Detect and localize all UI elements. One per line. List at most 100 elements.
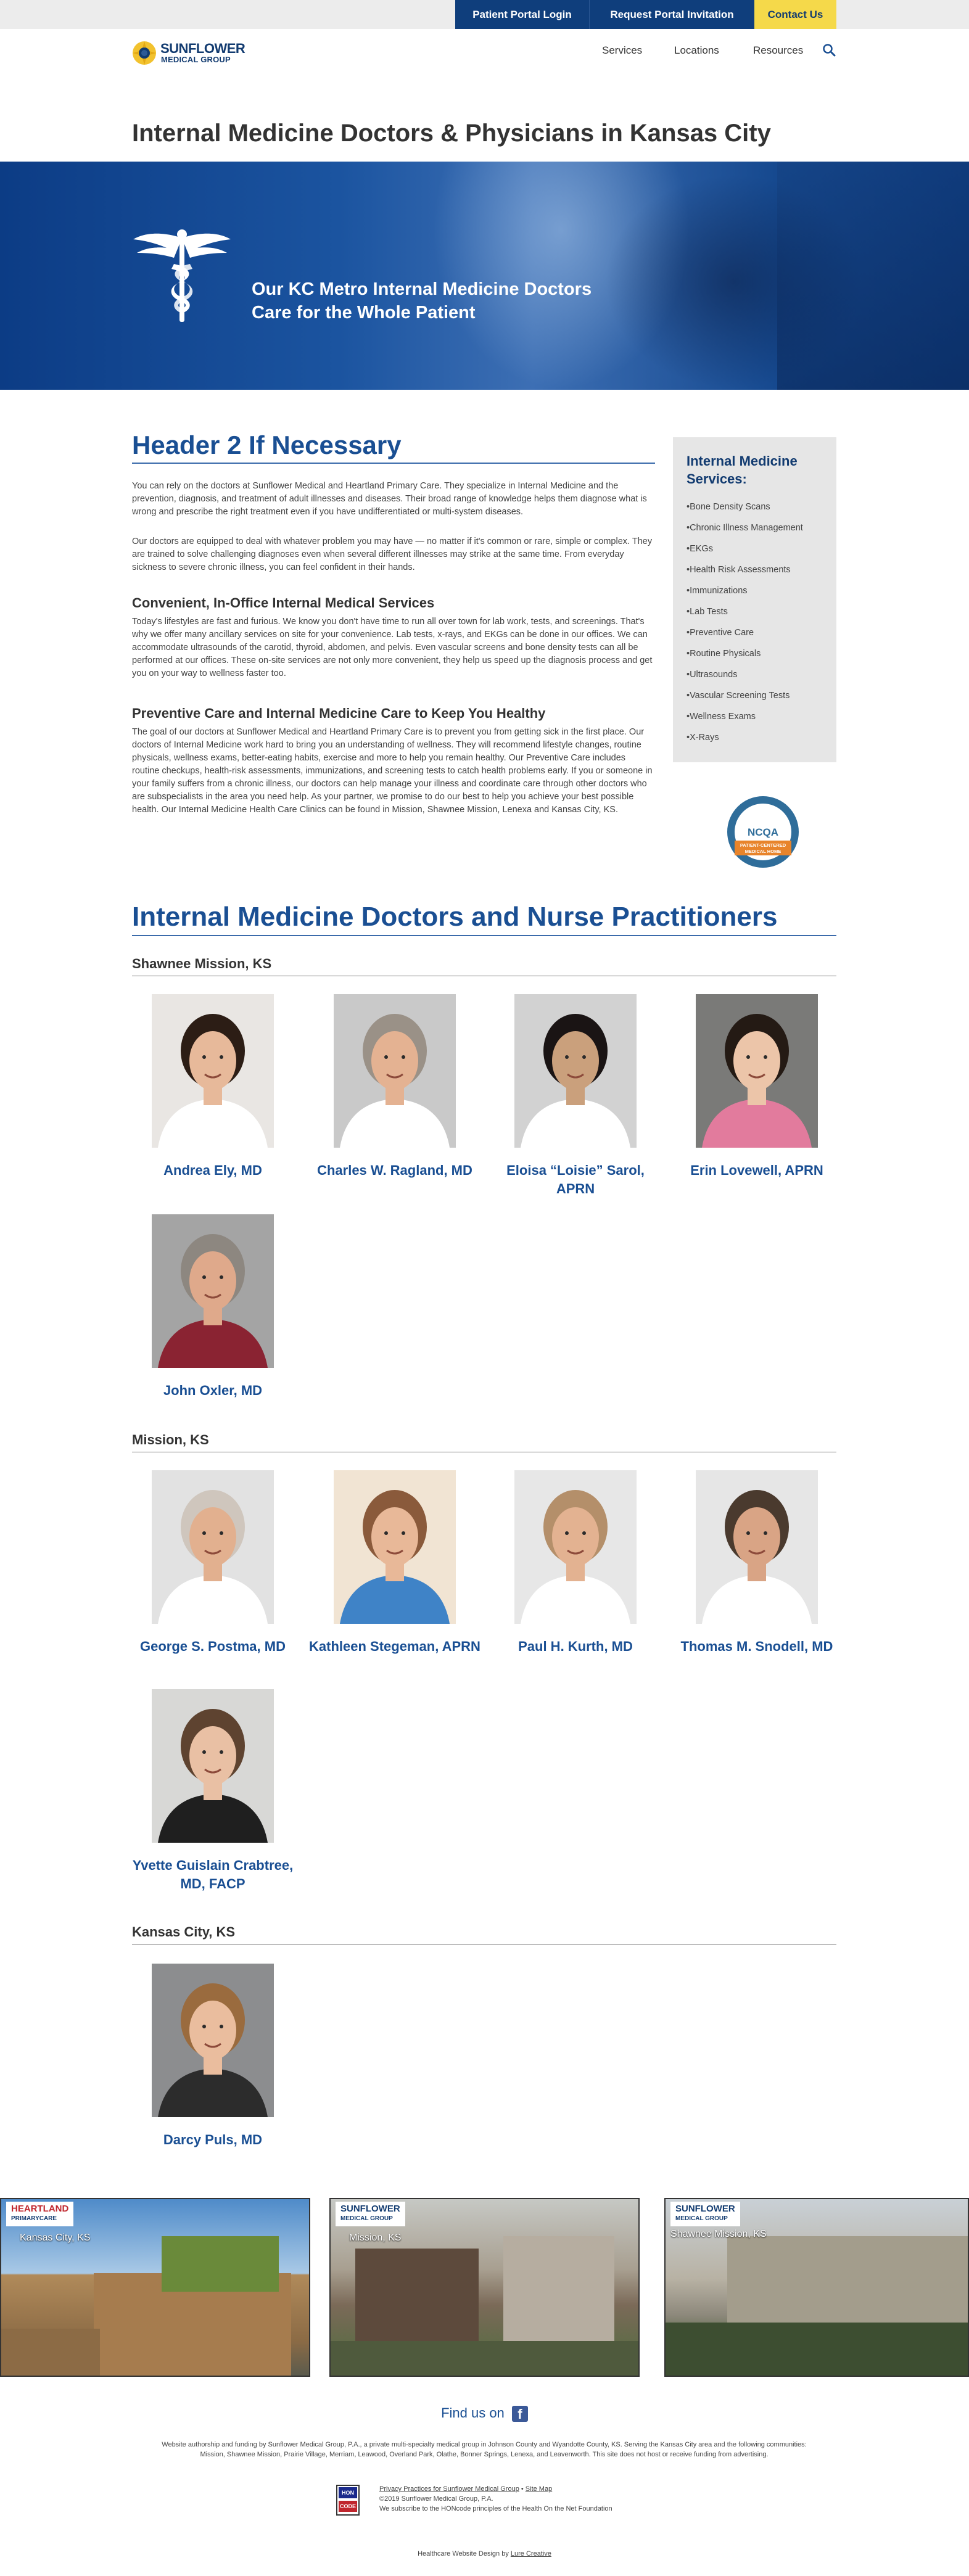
- doctor-card[interactable]: Eloisa “Loisie” Sarol, APRN: [489, 994, 662, 1198]
- honcode-badge-top: HON: [339, 2487, 357, 2498]
- doctor-name[interactable]: Darcy Puls, MD: [126, 2131, 299, 2149]
- office-city-label: Kansas City, KS: [20, 2232, 91, 2243]
- sidebar-title: Internal Medicine Services:: [687, 452, 823, 488]
- preventive-care-paragraph: The goal of our doctors at Sunflower Med…: [132, 727, 653, 815]
- doctor-card[interactable]: John Oxler, MD: [126, 1214, 299, 1400]
- nav-locations[interactable]: Locations: [674, 44, 719, 57]
- doctor-name[interactable]: Thomas M. Snodell, MD: [670, 1637, 843, 1656]
- hero-line1: Our KC Metro Internal Medicine Doctors: [252, 279, 592, 299]
- doctors-section-header: Internal Medicine Doctors and Nurse Prac…: [132, 902, 836, 936]
- doctor-photo[interactable]: [514, 994, 637, 1148]
- office-photo-mission[interactable]: SUNFLOWER MEDICAL GROUP Mission, KS: [329, 2198, 640, 2377]
- sunflower-logo: SUNFLOWER MEDICAL GROUP: [336, 2202, 405, 2226]
- find-us-on-facebook[interactable]: Find us on f: [0, 2405, 969, 2422]
- svg-text:NCQA: NCQA: [748, 826, 778, 838]
- patient-portal-login-button[interactable]: Patient Portal Login: [455, 0, 589, 29]
- doctor-card[interactable]: Darcy Puls, MD: [126, 1964, 299, 2149]
- footer-disclosure-line1: Website authorship and funding by Sunflo…: [162, 2441, 807, 2448]
- doctor-card[interactable]: George S. Postma, MD: [126, 1470, 299, 1656]
- design-credit-label: Healthcare Website Design by: [418, 2550, 509, 2557]
- doctor-card[interactable]: Kathleen Stegeman, APRN: [308, 1470, 481, 1656]
- doctor-card[interactable]: Andrea Ely, MD: [126, 994, 299, 1180]
- hero-banner: Our KC Metro Internal Medicine Doctors C…: [0, 162, 969, 390]
- ncqa-recognition-badge: RECOGNIZED NCQA PATIENT-CENTERED MEDICAL…: [727, 796, 799, 868]
- doctor-photo[interactable]: [152, 1964, 274, 2117]
- services-list: Bone Density ScansChronic Illness Manage…: [687, 496, 823, 748]
- sidebar-title-line2: Services:: [687, 471, 747, 487]
- service-item[interactable]: Vascular Screening Tests: [687, 685, 823, 706]
- doctor-photo[interactable]: [152, 994, 274, 1148]
- doctor-card[interactable]: Yvette Guislain Crabtree, MD, FACP: [126, 1689, 299, 1893]
- caduceus-icon: [133, 229, 231, 322]
- svg-text:MEDICAL HOME: MEDICAL HOME: [745, 849, 781, 854]
- service-item[interactable]: X-Rays: [687, 727, 823, 748]
- find-us-label: Find us on: [441, 2405, 505, 2421]
- office-city-label: Mission, KS: [349, 2232, 402, 2243]
- doctor-card[interactable]: Paul H. Kurth, MD: [489, 1470, 662, 1656]
- search-icon[interactable]: [822, 43, 836, 57]
- doctor-photo[interactable]: [696, 1470, 818, 1624]
- service-item[interactable]: Bone Density Scans: [687, 496, 823, 517]
- location-heading-mission: Mission, KS: [132, 1432, 836, 1452]
- doctor-photo[interactable]: [152, 1214, 274, 1368]
- preventive-care-heading: Preventive Care and Internal Medicine Ca…: [132, 706, 546, 721]
- service-item[interactable]: Wellness Exams: [687, 706, 823, 727]
- service-item[interactable]: EKGs: [687, 538, 823, 559]
- nav-services[interactable]: Services: [602, 44, 642, 57]
- facebook-icon[interactable]: f: [511, 2406, 528, 2422]
- request-portal-invitation-button[interactable]: Request Portal Invitation: [589, 0, 754, 29]
- intro-paragraph: You can rely on the doctors at Sunflower…: [132, 481, 647, 517]
- site-map-link[interactable]: Site Map: [526, 2485, 552, 2493]
- doctor-card[interactable]: Thomas M. Snodell, MD: [670, 1470, 843, 1656]
- footer-separator: •: [521, 2485, 524, 2493]
- doctor-card[interactable]: Charles W. Ragland, MD: [308, 994, 481, 1180]
- doctor-photo[interactable]: [514, 1470, 637, 1624]
- heartland-logo: HEARTLAND PRIMARYCARE: [6, 2202, 74, 2226]
- service-item[interactable]: Health Risk Assessments: [687, 559, 823, 580]
- services-sidebar: Internal Medicine Services: Bone Density…: [673, 437, 836, 762]
- footer-links: Privacy Practices for Sunflower Medical …: [379, 2484, 612, 2514]
- doctor-photo[interactable]: [334, 1470, 456, 1624]
- intro-paragraph-2: Our doctors are equipped to deal with wh…: [132, 537, 653, 572]
- doctor-name[interactable]: Yvette Guislain Crabtree, MD, FACP: [126, 1856, 299, 1893]
- site-logo[interactable]: SUNFLOWER MEDICAL GROUP: [132, 39, 255, 68]
- office-photo-shawnee-mission[interactable]: SUNFLOWER MEDICAL GROUP Shawnee Mission, …: [664, 2198, 969, 2377]
- office-photo-kansas-city[interactable]: HEARTLAND PRIMARYCARE Kansas City, KS: [0, 2198, 310, 2377]
- doctor-name[interactable]: John Oxler, MD: [126, 1381, 299, 1400]
- doctor-name[interactable]: Kathleen Stegeman, APRN: [308, 1637, 481, 1656]
- nav-resources[interactable]: Resources: [753, 44, 803, 57]
- doctor-photo[interactable]: [696, 994, 818, 1148]
- page-title: Internal Medicine Doctors & Physicians i…: [132, 120, 771, 147]
- office-city-label: Shawnee Mission, KS: [670, 2229, 767, 2239]
- doctor-name[interactable]: Erin Lovewell, APRN: [670, 1161, 843, 1180]
- doctor-photo[interactable]: [334, 994, 456, 1148]
- location-heading-kansas-city: Kansas City, KS: [132, 1924, 836, 1944]
- service-item[interactable]: Immunizations: [687, 580, 823, 601]
- service-item[interactable]: Chronic Illness Management: [687, 517, 823, 538]
- service-item[interactable]: Lab Tests: [687, 601, 823, 622]
- service-item[interactable]: Ultrasounds: [687, 664, 823, 685]
- in-office-services-paragraph: Today's lifestyles are fast and furious.…: [132, 617, 653, 678]
- footer-disclosure: Website authorship and funding by Sunflo…: [132, 2440, 836, 2459]
- doctor-name[interactable]: Charles W. Ragland, MD: [308, 1161, 481, 1180]
- doctor-photo[interactable]: [152, 1689, 274, 1843]
- hero-line2: Care for the Whole Patient: [252, 303, 476, 323]
- contact-us-button[interactable]: Contact Us: [754, 0, 836, 29]
- doctor-card[interactable]: Erin Lovewell, APRN: [670, 994, 843, 1180]
- privacy-practices-link[interactable]: Privacy Practices for Sunflower Medical …: [379, 2485, 519, 2493]
- design-credit: Healthcare Website Design by Lure Creati…: [0, 2550, 969, 2557]
- doctor-name[interactable]: Paul H. Kurth, MD: [489, 1637, 662, 1656]
- doctor-photo[interactable]: [152, 1470, 274, 1624]
- service-item[interactable]: Preventive Care: [687, 622, 823, 643]
- utility-bar: Patient Portal Login Request Portal Invi…: [0, 0, 969, 29]
- doctor-name[interactable]: Eloisa “Loisie” Sarol, APRN: [489, 1161, 662, 1198]
- doctor-name[interactable]: George S. Postma, MD: [126, 1637, 299, 1656]
- location-heading-shawnee-mission: Shawnee Mission, KS: [132, 956, 836, 976]
- service-item[interactable]: Routine Physicals: [687, 643, 823, 664]
- sidebar-title-line1: Internal Medicine: [687, 453, 798, 469]
- lure-creative-link[interactable]: Lure Creative: [511, 2550, 551, 2557]
- hero-tagline: Our KC Metro Internal Medicine Doctors C…: [252, 278, 592, 324]
- copyright: ©2019 Sunflower Medical Group, P.A.: [379, 2495, 493, 2503]
- honcode-badge[interactable]: HON CODE: [336, 2485, 360, 2516]
- doctor-name[interactable]: Andrea Ely, MD: [126, 1161, 299, 1180]
